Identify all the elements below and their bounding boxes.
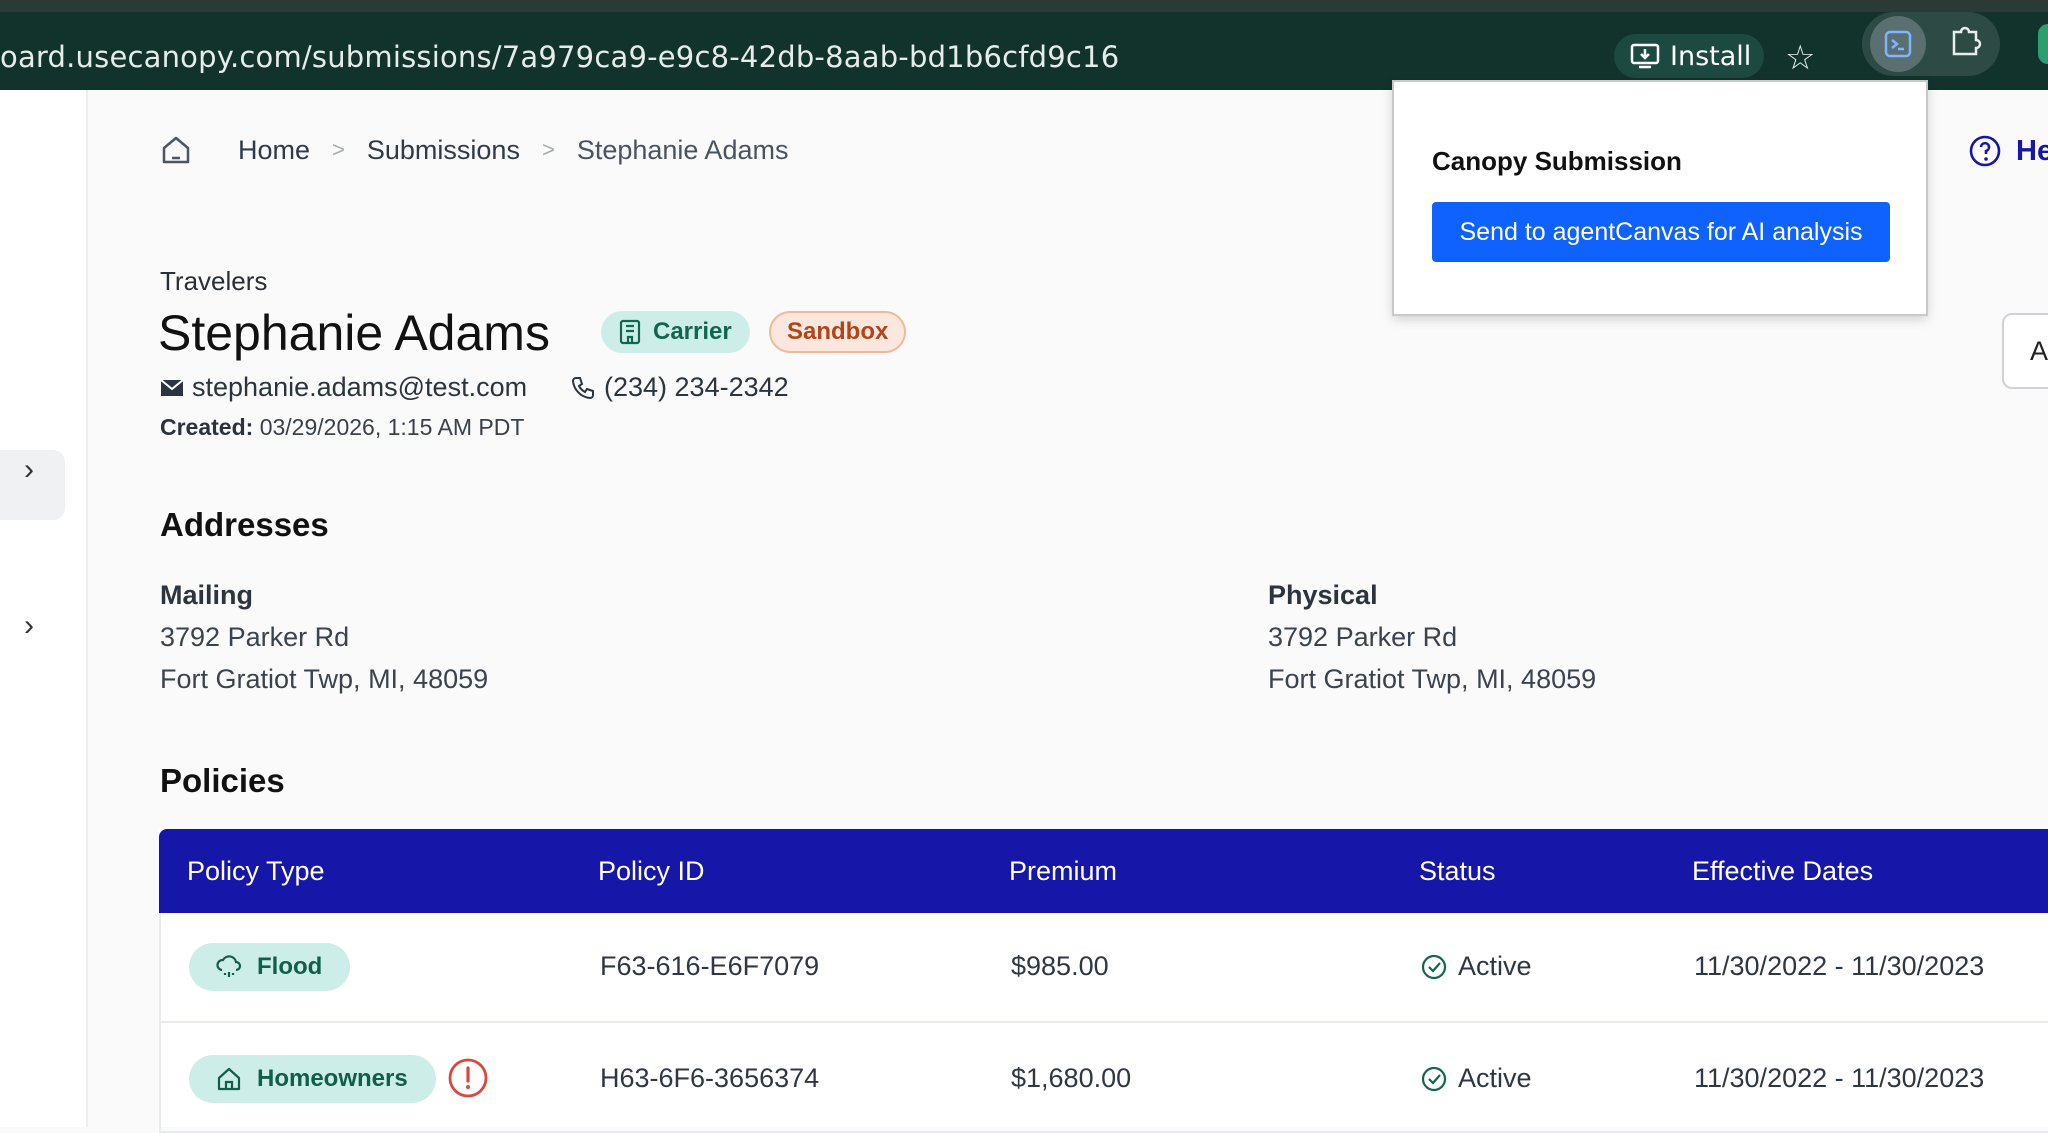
page-title: Stephanie Adams (158, 305, 550, 361)
phone-text[interactable]: (234) 234-2342 (604, 372, 789, 403)
help-label: He (2016, 134, 2048, 167)
premium: $985.00 (1011, 951, 1109, 981)
action-button[interactable]: A (2002, 313, 2048, 389)
effective-dates: 11/30/2022 - 11/30/2023 (1694, 951, 1985, 981)
column-header-effective-dates[interactable]: Effective Dates (1692, 856, 1873, 887)
home-icon[interactable] (160, 134, 192, 166)
addresses-heading: Addresses (160, 506, 329, 543)
policy-id: F63-616-E6F7079 (600, 951, 820, 981)
mailing-line1: 3792 Parker Rd (160, 622, 350, 652)
column-header-policy-id[interactable]: Policy ID (598, 856, 705, 887)
mailing-line2: Fort Gratiot Twp, MI, 48059 (160, 664, 489, 694)
column-header-status[interactable]: Status (1419, 856, 1496, 887)
install-icon (1630, 43, 1660, 69)
table-row[interactable]: Homeowners H63-6F6-3656374 $1,680.00 Act… (159, 1023, 2048, 1133)
sandbox-badge-label: Sandbox (787, 318, 889, 345)
table-header: Policy Type Policy ID Premium Status Eff… (159, 829, 2048, 913)
action-button-label: A (2030, 335, 2048, 366)
flood-cloud-icon (216, 955, 242, 977)
phone-icon (571, 376, 594, 399)
alert-circle-icon[interactable] (447, 1057, 489, 1099)
policies-heading: Policies (160, 762, 285, 799)
check-circle-icon (1421, 954, 1447, 979)
house-icon (217, 1067, 241, 1091)
envelope-icon (160, 378, 184, 396)
effective-dates: 11/30/2022 - 11/30/2023 (1694, 1063, 1985, 1093)
url-text[interactable]: oard.usecanopy.com/submissions/7a979ca9-… (0, 40, 1119, 74)
extensions-puzzle-button[interactable] (1948, 22, 1984, 63)
column-header-premium[interactable]: Premium (1009, 856, 1117, 887)
policy-type-label: Flood (257, 953, 323, 980)
profile-avatar[interactable] (2038, 24, 2048, 64)
check-circle-icon (1421, 1066, 1447, 1091)
breadcrumb: Home > Submissions > Stephanie Adams (160, 134, 788, 166)
carrier-badge: Carrier (601, 311, 750, 353)
puzzle-icon (1952, 26, 1982, 56)
extension-popup: Canopy Submission Send to agentCanvas fo… (1392, 80, 1928, 316)
sandbox-badge: Sandbox (769, 311, 907, 353)
policy-type-label: Homeowners (257, 1065, 408, 1092)
send-to-agentcanvas-button[interactable]: Send to agentCanvas for AI analysis (1432, 202, 1890, 262)
terminal-icon (1884, 30, 1912, 58)
help-circle-icon (1969, 135, 2001, 167)
breadcrumb-current: Stephanie Adams (576, 134, 789, 165)
install-label: Install (1670, 40, 1752, 72)
canopy-extension-button[interactable] (1870, 16, 1926, 72)
carrier-badge-label: Carrier (653, 318, 732, 345)
policies-table: Policy Type Policy ID Premium Status Eff… (159, 829, 2048, 1133)
created-label: Created: (160, 414, 254, 440)
carrier-company-name: Travelers (160, 266, 268, 296)
policy-type-pill: Homeowners (189, 1055, 436, 1103)
chevron-right-icon: > (332, 137, 345, 162)
created-value: 03/29/2026, 1:15 AM PDT (259, 414, 525, 440)
contact-phone: (234) 234-2342 (570, 372, 789, 403)
install-button[interactable]: Install (1614, 34, 1764, 78)
created-date: Created: 03/29/2026, 1:15 AM PDT (160, 414, 524, 441)
table-row[interactable]: Flood F63-616-E6F7079 $985.00 Active 11/… (159, 913, 2048, 1023)
address-bar[interactable]: oard.usecanopy.com/submissions/7a979ca9-… (0, 12, 2048, 90)
policy-id: H63-6F6-3656374 (600, 1063, 820, 1093)
chevron-right-icon: > (541, 137, 555, 162)
physical-line2: Fort Gratiot Twp, MI, 48059 (1268, 664, 1597, 694)
mailing-label: Mailing (160, 580, 253, 610)
popup-title: Canopy Submission (1432, 146, 1682, 176)
sidebar-expand-chevron-icon[interactable]: › (24, 453, 34, 487)
left-sidebar: › › (0, 90, 88, 1127)
breadcrumb-submissions[interactable]: Submissions (367, 135, 520, 166)
sidebar-expand-chevron-icon[interactable]: › (24, 609, 34, 643)
help-link[interactable]: He (1968, 134, 2048, 168)
contact-email: stephanie.adams@test.com (160, 372, 527, 403)
status-text: Active (1458, 1063, 1532, 1093)
column-header-policy-type[interactable]: Policy Type (187, 856, 325, 887)
bookmark-star-icon[interactable]: ☆ (1785, 38, 1815, 78)
status-text: Active (1458, 951, 1532, 981)
physical-line1: 3792 Parker Rd (1268, 622, 1458, 652)
building-icon (619, 319, 641, 345)
policy-type-pill: Flood (189, 943, 351, 991)
status-cell: Active (1420, 951, 1532, 982)
premium: $1,680.00 (1011, 1063, 1132, 1093)
status-cell: Active (1420, 1063, 1532, 1094)
physical-label: Physical (1268, 580, 1378, 610)
browser-top-strip (0, 0, 2048, 12)
breadcrumb-home[interactable]: Home (238, 135, 310, 166)
email-text[interactable]: stephanie.adams@test.com (192, 372, 527, 403)
